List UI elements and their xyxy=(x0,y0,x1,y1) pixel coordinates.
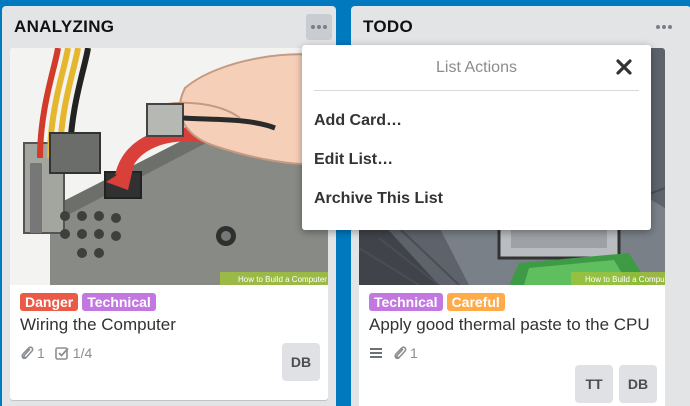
card-title: Wiring the Computer xyxy=(20,315,176,334)
label-danger: Danger xyxy=(20,293,79,311)
card-cover-watermark: How to Build a Computer xyxy=(585,275,665,284)
card-wiring-the-computer[interactable]: How to Build a Computer Danger Technical… xyxy=(10,48,328,400)
list-analyzing: ANALYZING How to Build a Computer Danger… xyxy=(2,6,336,406)
description-badge xyxy=(369,346,383,360)
ellipsis-icon xyxy=(311,25,315,29)
avatar[interactable]: DB xyxy=(282,343,320,381)
attachment-badge: 1 xyxy=(393,345,418,361)
menu-item-add-card[interactable]: Add Card… xyxy=(302,101,651,140)
card-title: Apply good thermal paste to the CPU xyxy=(369,315,650,334)
checkbox-icon xyxy=(54,346,69,360)
card-members: DB xyxy=(282,343,320,381)
avatar[interactable]: DB xyxy=(619,365,657,403)
card-cover-image: How to Build a Computer xyxy=(10,48,328,285)
card-members: TT DB xyxy=(575,365,657,403)
close-button[interactable] xyxy=(613,56,635,78)
label-careful: Careful xyxy=(446,293,505,311)
paperclip-icon xyxy=(21,346,34,360)
description-icon xyxy=(370,348,382,358)
close-icon xyxy=(616,59,632,75)
card-badges: 1 1/4 xyxy=(20,345,318,361)
checklist-badge: 1/4 xyxy=(54,345,93,361)
list-title: TODO xyxy=(363,17,414,36)
attachment-badge: 1 xyxy=(20,345,45,361)
card-body: Danger Technical Wiring the Computer 1 1… xyxy=(10,285,328,381)
list-menu-button[interactable] xyxy=(306,14,332,40)
card-labels: Technical Careful xyxy=(369,293,655,311)
card-badges: 1 xyxy=(369,345,655,361)
attachment-count: 1 xyxy=(410,345,418,361)
checklist-count: 1/4 xyxy=(72,345,93,361)
popover-header: List Actions xyxy=(314,45,639,91)
card-cover-watermark: How to Build a Computer xyxy=(238,275,327,284)
list-actions-popover: List Actions Add Card… Edit List… Archiv… xyxy=(302,45,651,230)
popover-menu: Add Card… Edit List… Archive This List xyxy=(302,91,651,218)
board: ANALYZING How to Build a Computer Danger… xyxy=(0,0,690,406)
label-technical: Technical xyxy=(369,293,443,311)
popover-title: List Actions xyxy=(436,58,517,76)
paperclip-icon xyxy=(394,346,407,360)
label-technical: Technical xyxy=(82,293,156,311)
list-title: ANALYZING xyxy=(14,17,115,36)
menu-item-edit-list[interactable]: Edit List… xyxy=(302,140,651,179)
list-menu-button[interactable] xyxy=(651,14,677,40)
card-body: Technical Careful Apply good thermal pas… xyxy=(359,285,665,403)
card-labels: Danger Technical xyxy=(20,293,318,311)
menu-item-archive-list[interactable]: Archive This List xyxy=(302,179,651,218)
list-header: TODO xyxy=(351,6,690,48)
ellipsis-icon xyxy=(656,25,660,29)
attachment-count: 1 xyxy=(37,345,45,361)
avatar[interactable]: TT xyxy=(575,365,613,403)
list-header: ANALYZING xyxy=(2,6,336,48)
